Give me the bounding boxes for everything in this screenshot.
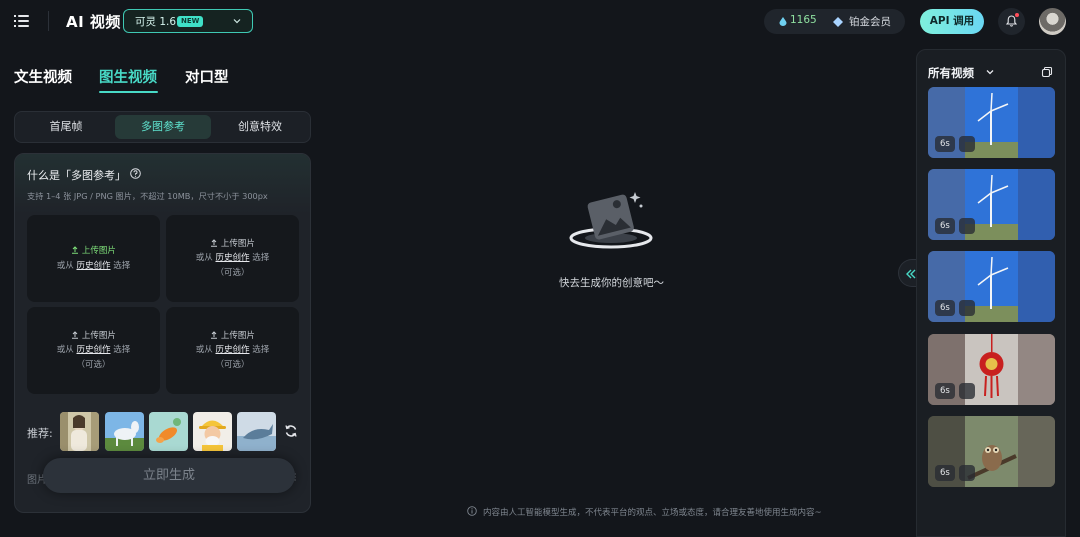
segment-multi-image-ref[interactable]: 多图参考 bbox=[115, 115, 211, 139]
upload-slot-4[interactable]: 上传图片 或从 历史创作 选择 （可选） bbox=[166, 307, 299, 394]
model-icon bbox=[959, 136, 975, 152]
video-thumb-windmill[interactable]: 6s bbox=[928, 87, 1055, 158]
new-badge: NEW bbox=[177, 16, 204, 27]
api-button[interactable]: API 调用 bbox=[920, 9, 984, 34]
upload-label: 上传图片 bbox=[166, 237, 299, 249]
video-thumb-chinese-knot[interactable]: 6s bbox=[928, 334, 1055, 405]
videos-panel-title[interactable]: 所有视频 bbox=[928, 65, 974, 81]
avatar[interactable] bbox=[1039, 8, 1066, 35]
history-select-text: 或从 历史创作 选择 bbox=[56, 261, 131, 271]
copy-icon[interactable] bbox=[1041, 66, 1053, 78]
tab-text-to-video[interactable]: 文生视频 bbox=[14, 66, 72, 87]
upload-label: 上传图片 bbox=[166, 329, 299, 341]
recommend-thumb-woman[interactable] bbox=[60, 412, 99, 451]
history-link[interactable]: 历史创作 bbox=[76, 345, 110, 355]
chevron-down-icon bbox=[233, 19, 241, 24]
upload-label: 上传图片 bbox=[27, 244, 160, 256]
upload-slot-3[interactable]: 上传图片 或从 历史创作 选择 （可选） bbox=[27, 307, 160, 394]
model-icon bbox=[959, 383, 975, 399]
duration-badge: 6s bbox=[935, 465, 955, 481]
refresh-icon[interactable] bbox=[284, 424, 298, 438]
upload-icon bbox=[211, 331, 218, 339]
sub-mode-segment: 首尾帧 多图参考 创意特效 bbox=[14, 111, 311, 143]
tab-lip-sync[interactable]: 对口型 bbox=[185, 66, 229, 87]
optional-label: （可选） bbox=[215, 268, 250, 278]
history-link[interactable]: 历史创作 bbox=[215, 253, 249, 263]
notification-button[interactable] bbox=[998, 8, 1025, 35]
disclaimer: 内容由人工智能模型生成，不代表平台的观点、立场或态度，请合理友善地使用生成内容~ bbox=[467, 506, 822, 518]
history-link[interactable]: 历史创作 bbox=[215, 345, 249, 355]
credit-count: 1165 bbox=[790, 14, 817, 26]
upload-requirements: 支持 1–4 张 JPG / PNG 图片，不超过 10MB，尺寸不小于 300… bbox=[27, 191, 268, 201]
segment-first-last-frame[interactable]: 首尾帧 bbox=[18, 115, 114, 139]
credits-pill[interactable]: 1165 铂金会员 bbox=[764, 9, 905, 34]
model-select[interactable]: 可灵 1.6 NEW bbox=[123, 9, 253, 33]
card-title: 什么是「多图参考」 bbox=[27, 169, 126, 182]
model-icon bbox=[959, 300, 975, 316]
video-thumb-windmill[interactable]: 6s bbox=[928, 169, 1055, 240]
chevron-down-icon[interactable] bbox=[985, 67, 995, 77]
video-thumb-windmill[interactable]: 6s bbox=[928, 251, 1055, 322]
duration-badge: 6s bbox=[935, 300, 955, 316]
history-select-text: 或从 历史创作 选择 bbox=[195, 345, 270, 355]
upload-slot-2[interactable]: 上传图片 或从 历史创作 选择 （可选） bbox=[166, 215, 299, 302]
history-select-text: 或从 历史创作 选择 bbox=[56, 345, 131, 355]
recommend-thumb-whale[interactable] bbox=[237, 412, 276, 451]
empty-state-icon bbox=[569, 192, 653, 249]
recommend-thumb-koi[interactable] bbox=[149, 412, 188, 451]
divider bbox=[48, 11, 49, 31]
model-icon bbox=[959, 465, 975, 481]
segment-creative-effects[interactable]: 创意特效 bbox=[212, 115, 308, 139]
optional-label: （可选） bbox=[215, 360, 250, 370]
history-link[interactable]: 历史创作 bbox=[76, 261, 110, 271]
credit-drop-icon bbox=[779, 17, 787, 26]
duration-badge: 6s bbox=[935, 218, 955, 234]
app-title: AI 视频 bbox=[66, 13, 121, 31]
notification-dot bbox=[1015, 13, 1019, 17]
model-icon bbox=[959, 218, 975, 234]
recommend-thumb-horse[interactable] bbox=[105, 412, 144, 451]
active-tab-indicator bbox=[99, 91, 158, 93]
upload-icon bbox=[72, 246, 79, 254]
tab-image-to-video[interactable]: 图生视频 bbox=[99, 66, 157, 87]
empty-state-text: 快去生成你的创意吧～ bbox=[559, 277, 664, 289]
menu-icon[interactable] bbox=[14, 13, 30, 29]
optional-label: （可选） bbox=[76, 360, 111, 370]
generate-button[interactable]: 立即生成 bbox=[43, 458, 295, 493]
upload-slot-1[interactable]: 上传图片 或从 历史创作 选择 bbox=[27, 215, 160, 302]
diamond-icon bbox=[833, 17, 843, 27]
membership-label: 铂金会员 bbox=[849, 16, 891, 28]
upload-label: 上传图片 bbox=[27, 329, 160, 341]
duration-badge: 6s bbox=[935, 383, 955, 399]
history-select-text: 或从 历史创作 选择 bbox=[195, 253, 270, 263]
model-name: 可灵 1.6 bbox=[135, 16, 177, 28]
upload-icon bbox=[72, 331, 79, 339]
videos-panel: 所有视频 6s 6s 6s 6s 6s bbox=[916, 49, 1066, 537]
info-icon bbox=[467, 506, 477, 516]
recommend-thumb-old-man[interactable] bbox=[193, 412, 232, 451]
recommend-label: 推荐: bbox=[27, 427, 53, 440]
duration-badge: 6s bbox=[935, 136, 955, 152]
help-icon[interactable] bbox=[130, 168, 141, 179]
top-bar: AI 视频 可灵 1.6 NEW 1165 铂金会员 API 调用 bbox=[0, 0, 1080, 42]
upload-icon bbox=[211, 239, 218, 247]
video-thumb-owl[interactable]: 6s bbox=[928, 416, 1055, 487]
